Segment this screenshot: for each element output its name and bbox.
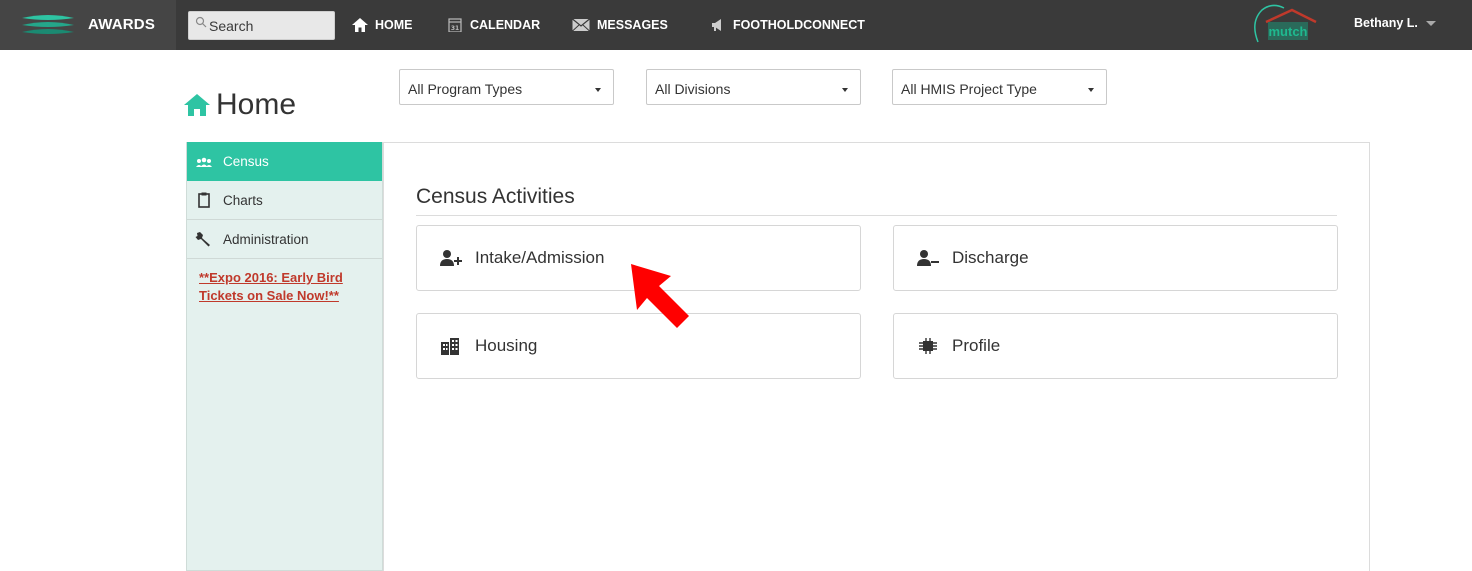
page-title-text: Home [216, 88, 297, 121]
calendar-icon: 31 [448, 18, 462, 32]
program-types-value: All Program Types [408, 81, 523, 97]
profile-tile[interactable]: Profile [893, 313, 1338, 379]
home-icon [352, 18, 368, 32]
tile-label: Intake/Admission [475, 248, 605, 267]
tile-label: Housing [475, 336, 538, 355]
chevron-down-icon [1425, 20, 1436, 26]
brand[interactable]: AWARDS [0, 0, 176, 50]
sidebar-item-census[interactable]: Census [187, 142, 382, 181]
user-menu[interactable]: Bethany L. [1354, 16, 1436, 30]
nav-messages[interactable]: MESSAGES [572, 16, 668, 34]
nav-home[interactable]: HOME [352, 16, 413, 34]
svg-text:31: 31 [451, 25, 459, 32]
org-logo: mutch [1254, 4, 1317, 43]
search-box[interactable] [188, 11, 335, 40]
section-divider [416, 215, 1337, 216]
program-types-select[interactable]: All Program Types [399, 69, 614, 105]
nav-calendar-label: CALENDAR [470, 18, 541, 32]
section-title: Census Activities [416, 185, 575, 208]
top-navbar: AWARDS HOME 31 CALENDAR MESSAGES [0, 0, 1472, 50]
wrench-icon [195, 232, 210, 247]
user-remove-icon [917, 250, 939, 266]
user-add-icon [440, 250, 462, 266]
brand-name: AWARDS [88, 16, 156, 33]
users-icon [196, 157, 212, 167]
nav-messages-label: MESSAGES [597, 18, 668, 32]
envelope-icon [572, 18, 590, 32]
tile-label: Discharge [952, 248, 1029, 267]
nav-footholdconnect-label: FOOTHOLDCONNECT [733, 18, 865, 32]
caret-down-icon [1088, 88, 1094, 92]
clipboard-icon [198, 192, 210, 208]
nav-home-label: HOME [375, 18, 413, 32]
megaphone-icon [712, 19, 721, 31]
sidebar: Census Charts Administration **Expo 2016… [186, 142, 383, 571]
caret-down-icon [842, 88, 848, 92]
chip-icon [919, 338, 937, 354]
nav-footholdconnect[interactable]: FOOTHOLDCONNECT [710, 16, 865, 34]
divisions-select[interactable]: All Divisions [646, 69, 861, 105]
discharge-tile[interactable]: Discharge [893, 225, 1338, 291]
hmis-project-type-value: All HMIS Project Type [901, 81, 1037, 97]
hmis-project-type-select[interactable]: All HMIS Project Type [892, 69, 1107, 105]
caret-down-icon [595, 88, 601, 92]
pointer-arrow-icon [631, 264, 689, 328]
sidebar-item-administration[interactable]: Administration [187, 220, 382, 259]
main-panel: Census Activities Intake/Admission Disch… [383, 142, 1370, 571]
sidebar-item-label: Census [223, 154, 269, 169]
search-icon [195, 16, 207, 28]
sidebar-item-charts[interactable]: Charts [187, 181, 382, 220]
page-title: Home [184, 88, 296, 122]
svg-text:mutch: mutch [1269, 24, 1308, 39]
search-input[interactable] [209, 12, 329, 39]
user-name: Bethany L. [1354, 16, 1418, 30]
expo-promo-link[interactable]: **Expo 2016: Early Bird Tickets on Sale … [187, 259, 382, 304]
divisions-value: All Divisions [655, 81, 731, 97]
sidebar-item-label: Charts [223, 192, 263, 208]
tile-label: Profile [952, 336, 1001, 355]
building-icon [441, 338, 459, 355]
nav-calendar[interactable]: 31 CALENDAR [447, 16, 540, 34]
sidebar-item-label: Administration [223, 231, 309, 247]
awards-logo-icon [22, 15, 74, 34]
home-icon [184, 94, 210, 116]
